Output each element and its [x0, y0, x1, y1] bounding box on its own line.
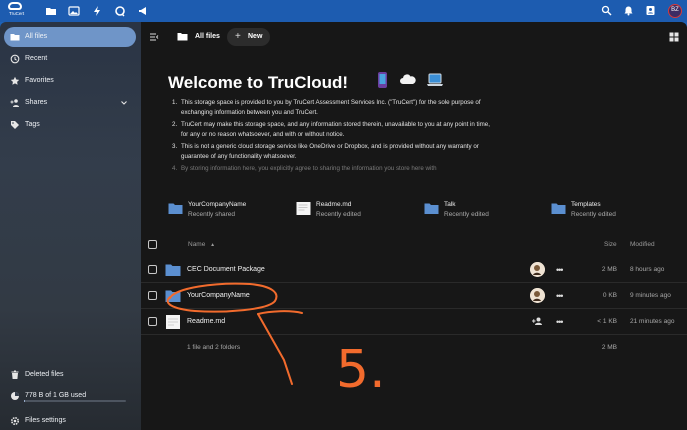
- file-name[interactable]: YourCompanyName: [187, 292, 250, 299]
- welcome-note: 2. TruCert may make this storage space, a…: [172, 121, 490, 138]
- contacts-icon[interactable]: [645, 5, 656, 16]
- recent-tile[interactable]: YourCompanyName Recently shared: [168, 200, 288, 222]
- welcome-title: Welcome to TruCloud!: [168, 73, 349, 92]
- share-action-icon[interactable]: [530, 314, 545, 329]
- welcome-note: 4. By storing information here, you expli…: [172, 165, 437, 172]
- file-size: < 1 KB: [597, 318, 617, 325]
- recent-tile[interactable]: Readme.md Recently edited: [296, 200, 416, 222]
- sidebar-item-all-files[interactable]: All files: [4, 27, 136, 47]
- navigation-sidebar: All files Recent Favorites Shares Tags D…: [0, 22, 141, 430]
- sidebar-item-label: Files settings: [25, 417, 66, 424]
- file-size: 2 MB: [601, 266, 617, 273]
- row-checkbox[interactable]: [148, 291, 157, 300]
- file-modified: 8 hours ago: [630, 266, 665, 273]
- more-actions-icon[interactable]: •••: [556, 265, 564, 275]
- file-modified: 21 minutes ago: [630, 318, 675, 325]
- gear-icon: [10, 416, 20, 426]
- column-size-header[interactable]: Size: [604, 241, 617, 248]
- laptop-icon: [426, 71, 444, 89]
- column-name-header[interactable]: Name ▲: [188, 241, 215, 248]
- announcements-icon[interactable]: [137, 5, 149, 17]
- sort-ascending-icon: ▲: [210, 242, 216, 248]
- welcome-notes: 1. This storage space is provided to you …: [168, 98, 493, 176]
- file-name[interactable]: Readme.md: [187, 318, 225, 325]
- sidebar-item-tags[interactable]: Tags: [4, 115, 136, 135]
- star-icon: [10, 76, 20, 86]
- folder-icon: [165, 263, 181, 277]
- sidebar-toggle-icon[interactable]: [149, 32, 159, 42]
- sidebar-item-label: Recent: [25, 55, 48, 62]
- sidebar-item-label: Deleted files: [25, 371, 64, 378]
- mobile-phone-icon: [373, 71, 391, 89]
- breadcrumb-label: All files: [195, 33, 220, 40]
- sidebar-item-recent[interactable]: Recent: [4, 49, 136, 69]
- new-button-label: New: [248, 33, 263, 40]
- shared-user-avatar[interactable]: [530, 262, 545, 277]
- new-button[interactable]: + New: [227, 28, 270, 46]
- grid-view-icon[interactable]: [669, 32, 679, 42]
- trucert-logo[interactable]: TruCert: [7, 2, 25, 20]
- tag-icon: [10, 120, 20, 130]
- column-modified-header[interactable]: Modified: [630, 241, 655, 248]
- trash-icon: [10, 370, 20, 380]
- folder-icon: [165, 289, 181, 303]
- more-actions-icon[interactable]: •••: [556, 291, 564, 301]
- file-name[interactable]: CEC Document Package: [187, 266, 265, 273]
- files-icon[interactable]: [45, 5, 57, 17]
- folder-icon: [424, 202, 439, 215]
- sidebar-item-deleted-files[interactable]: Deleted files: [4, 365, 136, 385]
- logo-text: TruCert: [9, 11, 25, 16]
- top-bar: TruCert BZ: [0, 0, 687, 22]
- document-thumbnail: [296, 202, 311, 215]
- welcome-note: 1. This storage space is provided to you …: [172, 99, 481, 116]
- more-actions-icon[interactable]: •••: [556, 317, 564, 327]
- document-icon: [165, 315, 181, 329]
- folder-icon: [168, 202, 183, 215]
- history-icon: [10, 54, 20, 64]
- user-avatar[interactable]: BZ: [668, 4, 682, 18]
- sidebar-item-shares[interactable]: Shares: [4, 93, 136, 113]
- plus-icon: +: [235, 31, 241, 42]
- recent-tile[interactable]: Templates Recently edited: [551, 200, 671, 222]
- share-icon: [10, 98, 20, 108]
- sidebar-item-label: Shares: [25, 99, 48, 106]
- activity-icon[interactable]: [91, 5, 103, 17]
- sidebar-item-label: Tags: [25, 121, 40, 128]
- recent-tile[interactable]: Talk Recently edited: [424, 200, 544, 222]
- files-main-content: All files + New Welcome to TruCloud! 1. T…: [141, 22, 687, 430]
- file-modified: 9 minutes ago: [630, 292, 671, 299]
- select-all-checkbox[interactable]: [148, 240, 157, 249]
- talk-icon[interactable]: [114, 5, 126, 17]
- file-list-header: Name ▲ Size Modified: [141, 234, 687, 256]
- table-row[interactable]: Readme.md ••• < 1 KB 21 minutes ago: [141, 309, 687, 335]
- sidebar-item-favorites[interactable]: Favorites: [4, 71, 136, 91]
- row-checkbox[interactable]: [148, 317, 157, 326]
- shared-user-avatar[interactable]: [530, 288, 545, 303]
- sidebar-item-label: Favorites: [25, 77, 54, 84]
- folder-icon: [10, 32, 20, 42]
- storage-quota[interactable]: 778 B of 1 GB used: [4, 386, 136, 406]
- file-size: 0 KB: [602, 292, 617, 299]
- cloud-icon-spacer: [401, 71, 419, 89]
- file-list-summary: 1 file and 2 folders 2 MB: [187, 344, 617, 351]
- welcome-note: 3. This is not a generic cloud storage se…: [172, 143, 479, 160]
- folder-icon: [551, 202, 566, 215]
- photos-icon[interactable]: [68, 5, 80, 17]
- search-icon[interactable]: [601, 5, 612, 16]
- row-checkbox[interactable]: [148, 265, 157, 274]
- chevron-down-icon[interactable]: [120, 99, 128, 107]
- table-row[interactable]: YourCompanyName ••• 0 KB 9 minutes ago: [141, 283, 687, 309]
- quota-label: 778 B of 1 GB used: [25, 392, 87, 399]
- pie-chart-icon: [10, 391, 20, 401]
- sidebar-item-label: All files: [25, 33, 48, 40]
- table-row[interactable]: CEC Document Package ••• 2 MB 8 hours ag…: [141, 257, 687, 283]
- folder-icon: [177, 32, 188, 41]
- sidebar-item-files-settings[interactable]: Files settings: [4, 411, 136, 430]
- quota-progress-bar: [24, 400, 126, 402]
- notifications-icon[interactable]: [623, 5, 634, 16]
